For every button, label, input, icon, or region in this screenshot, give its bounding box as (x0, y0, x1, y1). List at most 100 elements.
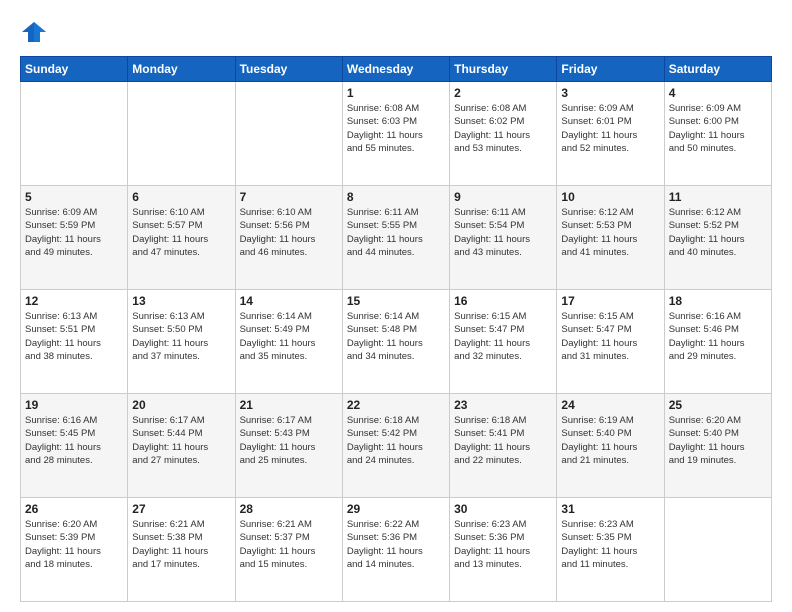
day-number: 9 (454, 190, 552, 204)
day-number: 12 (25, 294, 123, 308)
calendar-cell (21, 82, 128, 186)
day-number: 24 (561, 398, 659, 412)
day-number: 20 (132, 398, 230, 412)
day-number: 8 (347, 190, 445, 204)
calendar-cell: 29 Sunrise: 6:22 AM Sunset: 5:36 PM Dayli… (342, 498, 449, 602)
day-info: Sunrise: 6:08 AM Sunset: 6:02 PM Dayligh… (454, 102, 552, 155)
calendar-cell: 12 Sunrise: 6:13 AM Sunset: 5:51 PM Dayli… (21, 290, 128, 394)
calendar-cell: 27 Sunrise: 6:21 AM Sunset: 5:38 PM Dayli… (128, 498, 235, 602)
day-info: Sunrise: 6:23 AM Sunset: 5:36 PM Dayligh… (454, 518, 552, 571)
day-number: 13 (132, 294, 230, 308)
calendar-week-row: 26 Sunrise: 6:20 AM Sunset: 5:39 PM Dayli… (21, 498, 772, 602)
day-number: 28 (240, 502, 338, 516)
day-info: Sunrise: 6:08 AM Sunset: 6:03 PM Dayligh… (347, 102, 445, 155)
day-header-friday: Friday (557, 57, 664, 82)
day-info: Sunrise: 6:10 AM Sunset: 5:56 PM Dayligh… (240, 206, 338, 259)
logo-icon (20, 18, 48, 46)
calendar-header-row: SundayMondayTuesdayWednesdayThursdayFrid… (21, 57, 772, 82)
logo (20, 18, 52, 46)
calendar-cell: 31Sunrise: 6:23 AM Sunset: 5:35 PM Dayli… (557, 498, 664, 602)
day-number: 21 (240, 398, 338, 412)
day-info: Sunrise: 6:20 AM Sunset: 5:39 PM Dayligh… (25, 518, 123, 571)
calendar-cell: 9Sunrise: 6:11 AM Sunset: 5:54 PM Daylig… (450, 186, 557, 290)
header (20, 18, 772, 46)
day-header-saturday: Saturday (664, 57, 771, 82)
day-number: 10 (561, 190, 659, 204)
day-header-thursday: Thursday (450, 57, 557, 82)
calendar-cell: 22 Sunrise: 6:18 AM Sunset: 5:42 PM Dayli… (342, 394, 449, 498)
calendar-cell: 6 Sunrise: 6:10 AM Sunset: 5:57 PM Daylig… (128, 186, 235, 290)
calendar-table: SundayMondayTuesdayWednesdayThursdayFrid… (20, 56, 772, 602)
day-info: Sunrise: 6:15 AM Sunset: 5:47 PM Dayligh… (561, 310, 659, 363)
calendar-cell: 20 Sunrise: 6:17 AM Sunset: 5:44 PM Dayli… (128, 394, 235, 498)
day-number: 2 (454, 86, 552, 100)
day-info: Sunrise: 6:14 AM Sunset: 5:49 PM Dayligh… (240, 310, 338, 363)
day-info: Sunrise: 6:17 AM Sunset: 5:44 PM Dayligh… (132, 414, 230, 467)
day-header-monday: Monday (128, 57, 235, 82)
day-info: Sunrise: 6:18 AM Sunset: 5:41 PM Dayligh… (454, 414, 552, 467)
day-info: Sunrise: 6:12 AM Sunset: 5:53 PM Dayligh… (561, 206, 659, 259)
calendar-cell: 15 Sunrise: 6:14 AM Sunset: 5:48 PM Dayli… (342, 290, 449, 394)
day-number: 23 (454, 398, 552, 412)
day-info: Sunrise: 6:11 AM Sunset: 5:55 PM Dayligh… (347, 206, 445, 259)
calendar-cell: 19 Sunrise: 6:16 AM Sunset: 5:45 PM Dayli… (21, 394, 128, 498)
day-info: Sunrise: 6:12 AM Sunset: 5:52 PM Dayligh… (669, 206, 767, 259)
calendar-cell: 1 Sunrise: 6:08 AM Sunset: 6:03 PM Daylig… (342, 82, 449, 186)
day-number: 14 (240, 294, 338, 308)
day-info: Sunrise: 6:22 AM Sunset: 5:36 PM Dayligh… (347, 518, 445, 571)
calendar-cell: 3Sunrise: 6:09 AM Sunset: 6:01 PM Daylig… (557, 82, 664, 186)
calendar-cell: 25 Sunrise: 6:20 AM Sunset: 5:40 PM Dayli… (664, 394, 771, 498)
day-number: 16 (454, 294, 552, 308)
calendar-cell: 8 Sunrise: 6:11 AM Sunset: 5:55 PM Daylig… (342, 186, 449, 290)
day-number: 4 (669, 86, 767, 100)
day-number: 19 (25, 398, 123, 412)
day-info: Sunrise: 6:21 AM Sunset: 5:38 PM Dayligh… (132, 518, 230, 571)
calendar-week-row: 12 Sunrise: 6:13 AM Sunset: 5:51 PM Dayli… (21, 290, 772, 394)
day-info: Sunrise: 6:18 AM Sunset: 5:42 PM Dayligh… (347, 414, 445, 467)
day-number: 22 (347, 398, 445, 412)
day-number: 27 (132, 502, 230, 516)
day-info: Sunrise: 6:20 AM Sunset: 5:40 PM Dayligh… (669, 414, 767, 467)
day-number: 31 (561, 502, 659, 516)
day-number: 18 (669, 294, 767, 308)
calendar-cell: 28 Sunrise: 6:21 AM Sunset: 5:37 PM Dayli… (235, 498, 342, 602)
day-info: Sunrise: 6:09 AM Sunset: 6:01 PM Dayligh… (561, 102, 659, 155)
day-header-tuesday: Tuesday (235, 57, 342, 82)
calendar-week-row: 5Sunrise: 6:09 AM Sunset: 5:59 PM Daylig… (21, 186, 772, 290)
day-info: Sunrise: 6:16 AM Sunset: 5:45 PM Dayligh… (25, 414, 123, 467)
day-number: 11 (669, 190, 767, 204)
day-number: 26 (25, 502, 123, 516)
day-info: Sunrise: 6:13 AM Sunset: 5:51 PM Dayligh… (25, 310, 123, 363)
page: SundayMondayTuesdayWednesdayThursdayFrid… (0, 0, 792, 612)
day-number: 25 (669, 398, 767, 412)
calendar-cell: 10 Sunrise: 6:12 AM Sunset: 5:53 PM Dayli… (557, 186, 664, 290)
calendar-cell: 14 Sunrise: 6:14 AM Sunset: 5:49 PM Dayli… (235, 290, 342, 394)
calendar-cell: 17 Sunrise: 6:15 AM Sunset: 5:47 PM Dayli… (557, 290, 664, 394)
calendar-cell: 16Sunrise: 6:15 AM Sunset: 5:47 PM Dayli… (450, 290, 557, 394)
day-header-wednesday: Wednesday (342, 57, 449, 82)
day-number: 5 (25, 190, 123, 204)
day-info: Sunrise: 6:21 AM Sunset: 5:37 PM Dayligh… (240, 518, 338, 571)
calendar-cell (664, 498, 771, 602)
calendar-cell: 21 Sunrise: 6:17 AM Sunset: 5:43 PM Dayli… (235, 394, 342, 498)
calendar-cell: 2 Sunrise: 6:08 AM Sunset: 6:02 PM Daylig… (450, 82, 557, 186)
day-info: Sunrise: 6:16 AM Sunset: 5:46 PM Dayligh… (669, 310, 767, 363)
day-info: Sunrise: 6:14 AM Sunset: 5:48 PM Dayligh… (347, 310, 445, 363)
calendar-week-row: 19 Sunrise: 6:16 AM Sunset: 5:45 PM Dayli… (21, 394, 772, 498)
day-number: 15 (347, 294, 445, 308)
day-info: Sunrise: 6:09 AM Sunset: 6:00 PM Dayligh… (669, 102, 767, 155)
day-info: Sunrise: 6:13 AM Sunset: 5:50 PM Dayligh… (132, 310, 230, 363)
calendar-cell: 26 Sunrise: 6:20 AM Sunset: 5:39 PM Dayli… (21, 498, 128, 602)
day-header-sunday: Sunday (21, 57, 128, 82)
calendar-cell: 13 Sunrise: 6:13 AM Sunset: 5:50 PM Dayli… (128, 290, 235, 394)
calendar-cell: 4 Sunrise: 6:09 AM Sunset: 6:00 PM Daylig… (664, 82, 771, 186)
calendar-cell (235, 82, 342, 186)
day-number: 7 (240, 190, 338, 204)
day-number: 17 (561, 294, 659, 308)
calendar-cell: 5Sunrise: 6:09 AM Sunset: 5:59 PM Daylig… (21, 186, 128, 290)
day-number: 29 (347, 502, 445, 516)
day-info: Sunrise: 6:10 AM Sunset: 5:57 PM Dayligh… (132, 206, 230, 259)
day-number: 6 (132, 190, 230, 204)
day-number: 1 (347, 86, 445, 100)
day-info: Sunrise: 6:17 AM Sunset: 5:43 PM Dayligh… (240, 414, 338, 467)
